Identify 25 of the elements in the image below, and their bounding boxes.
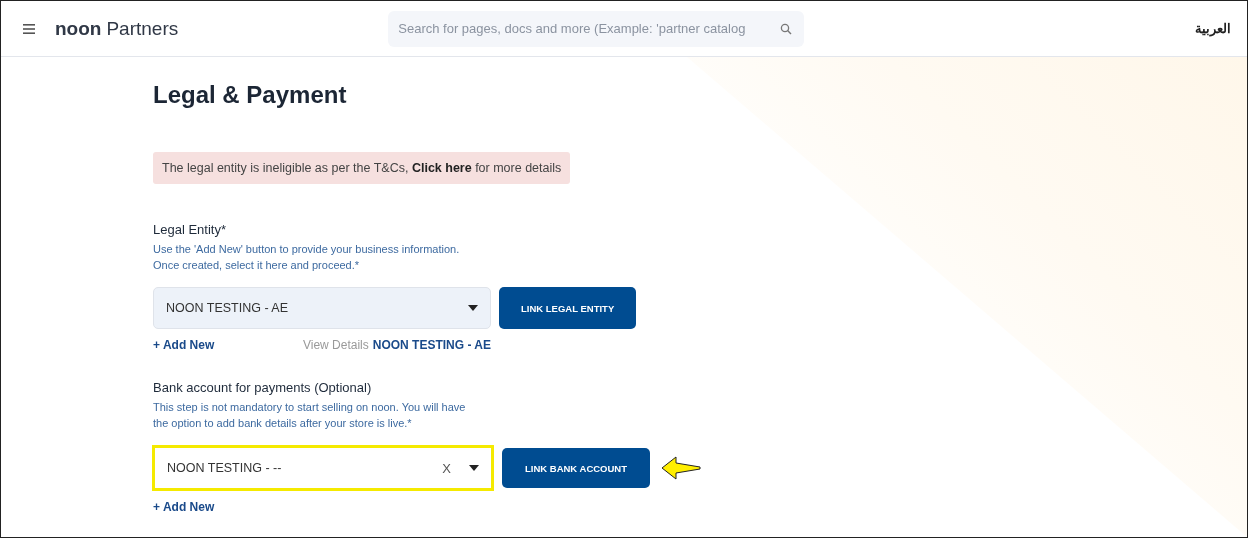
add-new-link[interactable]: + Add New [153, 500, 215, 514]
help-text: This step is not mandatory to start selling on noon. You will have the option to add bank details after your store is live.* [153, 400, 467, 431]
menu-icon[interactable] [23, 23, 35, 34]
field-label: Bank account for payments (Optional) [153, 380, 373, 395]
add-new-link[interactable]: + Add New [153, 338, 215, 352]
link-button[interactable]: LINK BANK ACCOUNT [502, 448, 650, 488]
help-text: Use the 'Add New' button to provide your business information. Once created, select it here and proceed.* [153, 242, 461, 273]
view-details-label: View Details [302, 338, 369, 352]
caret-icon [469, 465, 479, 471]
link-button[interactable]: LINK LEGAL ENTITY [499, 287, 637, 329]
language-link[interactable]: العربية [1195, 21, 1231, 36]
dropdown-select[interactable]: NOON TESTING - -- X [152, 445, 494, 491]
caret-icon [468, 305, 478, 311]
field-label: Legal Entity* [153, 222, 227, 237]
logo-text: noon [55, 17, 102, 40]
logo-text: Partners [106, 17, 179, 40]
arrow-icon [660, 454, 702, 482]
click-here-link[interactable]: Click here [411, 161, 472, 175]
search-icon[interactable] [780, 22, 793, 35]
dropdown-select[interactable]: NOON TESTING - AE [153, 287, 491, 329]
entity-name-link[interactable]: NOON TESTING - AE [372, 338, 491, 352]
alert-message: The legal entity is ineligible as per the T&Cs, Click here for more details [153, 152, 571, 184]
page-title: Legal & Payment [153, 81, 348, 109]
clear-button[interactable]: X [442, 460, 451, 476]
search-field[interactable]: Search for pages, docs and more (Example: 'partner catalog [388, 10, 805, 47]
